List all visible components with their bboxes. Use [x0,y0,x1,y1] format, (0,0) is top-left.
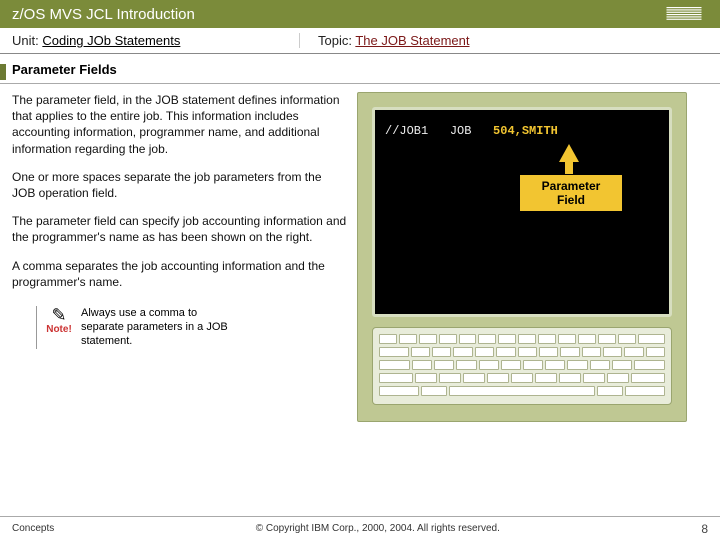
footer: Concepts © Copyright IBM Corp., 2000, 20… [0,516,720,540]
title-bar: z/OS MVS JCL Introduction [0,0,720,28]
jcl-code-line: //JOB1 JOB 504,SMITH [385,124,659,138]
computer-illustration: //JOB1 JOB 504,SMITH Parameter Field [357,92,687,422]
footer-left: Concepts [12,523,54,534]
paragraph-4: A comma separates the job accounting inf… [12,258,347,290]
code-parameters: 504,SMITH [493,124,558,138]
code-jobname: //JOB1 [385,124,428,138]
paragraph-1: The parameter field, in the JOB statemen… [12,92,347,157]
page-number: 8 [701,522,708,536]
note-icon: ✎ Note! [45,306,73,335]
unit-label: Unit: [12,33,42,48]
unit-topic-row: Unit: Coding JOb Statements Topic: The J… [0,28,720,54]
section-divider [0,83,720,84]
note-label: Note! [46,324,72,335]
note-text: Always use a comma to separate parameter… [81,306,231,349]
course-title: z/OS MVS JCL Introduction [12,6,195,23]
code-operation: JOB [450,124,472,138]
ibm-logo [660,7,708,21]
keyboard-illustration [372,327,672,405]
note-box: ✎ Note! Always use a comma to separate p… [36,306,347,349]
footer-copyright: © Copyright IBM Corp., 2000, 2004. All r… [256,523,500,534]
terminal-screen: //JOB1 JOB 504,SMITH Parameter Field [372,107,672,317]
text-column: The parameter field, in the JOB statemen… [12,92,347,516]
arrow-stem [565,160,573,174]
callout-label: Parameter Field [519,174,623,212]
illustration-column: //JOB1 JOB 504,SMITH Parameter Field [357,92,708,516]
topic-label: Topic: [318,33,355,48]
unit-cell: Unit: Coding JOb Statements [0,33,300,48]
paragraph-3: The parameter field can specify job acco… [12,213,347,245]
section-marker [0,64,6,80]
paragraph-2: One or more spaces separate the job para… [12,169,347,201]
topic-value: The JOB Statement [355,33,469,48]
section-heading: Parameter Fields [12,62,117,81]
unit-value: Coding JOb Statements [42,33,180,48]
topic-cell: Topic: The JOB Statement [300,33,470,48]
callout-line1: Parameter [542,179,601,193]
bell-icon: ✎ [45,306,73,324]
callout-line2: Field [557,193,585,207]
section-heading-row: Parameter Fields [0,54,720,81]
